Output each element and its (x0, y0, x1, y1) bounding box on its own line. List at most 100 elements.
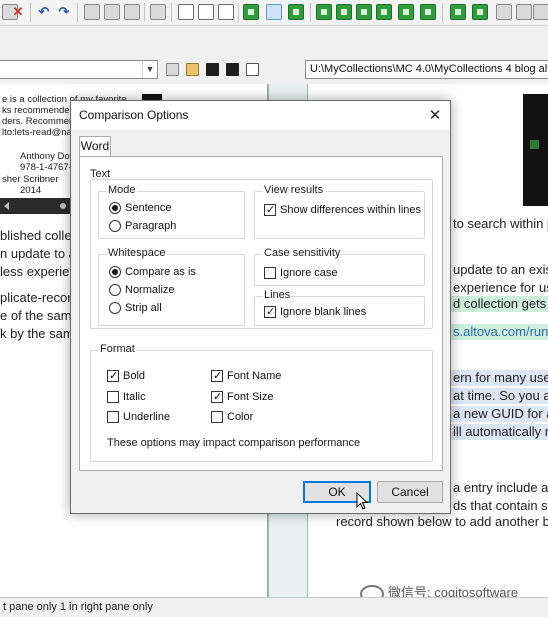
cover-text-line: ders. Recommend (2, 116, 80, 127)
document-dropdown-icon[interactable] (218, 4, 234, 20)
case-sensitivity-group: Case sensitivity Ignore case (254, 247, 425, 286)
radio-button[interactable] (109, 302, 121, 314)
checkbox[interactable] (211, 369, 223, 383)
save-as-icon[interactable] (226, 63, 239, 76)
mode-label: Mode (107, 184, 137, 196)
binoculars-icon[interactable] (84, 4, 100, 20)
text-line: blished collec (0, 228, 79, 243)
radio-label: Sentence (125, 202, 172, 214)
close-icon[interactable]: ✕ (420, 101, 450, 130)
checkbox[interactable] (107, 391, 119, 403)
document-icon[interactable] (178, 4, 194, 20)
document-options-icon[interactable] (198, 4, 214, 20)
mode-group: Mode Sentence Paragraph (98, 184, 245, 239)
open-folder-icon[interactable] (186, 63, 199, 76)
save-icon[interactable] (206, 63, 219, 76)
text-line-link[interactable]: s.altova.com/run? (448, 324, 548, 340)
text-line-changed: ill automatically re (448, 424, 548, 440)
radio-button[interactable] (109, 284, 121, 296)
undo-icon[interactable]: ↶ (36, 4, 52, 20)
lines-group: Lines Ignore blank lines (254, 289, 425, 326)
radio-label: Normalize (125, 284, 175, 296)
first-diff-icon[interactable] (316, 4, 332, 20)
check-icon (530, 140, 539, 149)
checkbox-label: Ignore blank lines (280, 306, 367, 318)
compare-mode-icon[interactable] (288, 4, 304, 20)
print-icon[interactable] (150, 4, 166, 20)
format-group: Format Bold Italic Underline Font Name F… (90, 343, 433, 462)
whitespace-label: Whitespace (107, 247, 167, 259)
toolbar-separator (238, 3, 239, 22)
lines-label: Lines (263, 289, 292, 301)
dialog-titlebar[interactable]: Comparison Options ✕ (71, 101, 450, 130)
checkbox-label: Color (227, 411, 254, 423)
merge-options-icon[interactable] (516, 4, 532, 20)
performance-note: These options may impact comparison perf… (107, 437, 361, 449)
merge-icon[interactable] (496, 4, 512, 20)
radio-label: Paragraph (125, 220, 177, 232)
checkbox-label: Font Size (227, 391, 274, 403)
cover-text-line: 2014 (20, 185, 42, 196)
text-line: experience for use (453, 280, 548, 295)
text-line: to search within p (453, 216, 548, 231)
toolbar-separator (30, 3, 31, 22)
checkbox[interactable] (211, 411, 223, 423)
dialog-title: Comparison Options (79, 108, 189, 122)
left-file-path-combo[interactable]: ▼ (0, 60, 158, 79)
checkbox[interactable] (107, 369, 119, 383)
text-line: plicate-record (0, 290, 79, 305)
text-line: update to an exis (453, 262, 548, 277)
checkbox-label: Show differences within lines (280, 204, 422, 216)
reload-icon[interactable] (246, 63, 259, 76)
right-file-path[interactable]: U:\MyCollections\MC 4.0\MyCollections 4 … (305, 60, 548, 79)
comparison-options-icon[interactable] (266, 4, 282, 20)
previous-icon[interactable] (4, 202, 9, 210)
checkbox[interactable] (211, 390, 223, 404)
page-dot-icon (60, 203, 66, 209)
find-next-icon[interactable] (104, 4, 120, 20)
checkbox[interactable] (264, 305, 276, 319)
redo-icon[interactable]: ↷ (56, 4, 72, 20)
mouse-pointer-icon (356, 492, 368, 510)
copy-left-to-right-icon[interactable] (450, 4, 466, 20)
toolbar-separator (442, 3, 443, 22)
next-diff-icon[interactable] (356, 4, 372, 20)
tab-word[interactable]: Word (79, 136, 111, 157)
view-results-label: View results (263, 184, 325, 196)
checkbox[interactable] (107, 411, 119, 423)
cover-text-line: sher Scribner (2, 174, 59, 185)
cancel-button[interactable]: Cancel (377, 481, 443, 503)
radio-label: Strip all (125, 302, 162, 314)
expand-diff-icon[interactable] (420, 4, 436, 20)
radio-button[interactable] (109, 266, 121, 278)
overflow-icon[interactable] (533, 4, 548, 20)
checkbox[interactable] (264, 203, 276, 217)
replace-icon[interactable] (124, 4, 140, 20)
chevron-down-icon[interactable]: ▼ (142, 61, 157, 78)
text-line-changed: ern for many users (448, 370, 548, 386)
checkbox-label: Italic (123, 391, 146, 403)
copy-right-to-left-icon[interactable] (472, 4, 488, 20)
prev-diff-icon[interactable] (336, 4, 352, 20)
format-label: Format (99, 343, 136, 355)
toolbar-separator (144, 3, 145, 22)
main-toolbar: ✕ ↶ ↷ (0, 0, 548, 26)
status-text: t pane only 1 in right pane only (3, 601, 153, 613)
checkbox-label: Bold (123, 370, 146, 382)
text-line: a entry include a d (453, 480, 548, 495)
checkbox-label: Font Name (227, 370, 282, 382)
delete-icon[interactable]: ✕ (10, 4, 26, 20)
new-file-icon[interactable] (166, 63, 179, 76)
text-line: record shown below to add another bo (336, 514, 548, 529)
current-diff-icon[interactable] (398, 4, 414, 20)
checkbox[interactable] (264, 267, 276, 279)
radio-label: Compare as is (125, 266, 196, 278)
last-diff-icon[interactable] (376, 4, 392, 20)
radio-button[interactable] (109, 202, 121, 214)
cover-text-line: ks recommended (2, 105, 75, 116)
whitespace-group: Whitespace Compare as is Normalize Strip… (98, 247, 245, 326)
radio-button[interactable] (109, 220, 121, 232)
text-line: ds that contain so (453, 498, 548, 513)
start-comparison-icon[interactable] (243, 4, 259, 20)
text-line-changed: a new GUID for a n (448, 406, 548, 422)
